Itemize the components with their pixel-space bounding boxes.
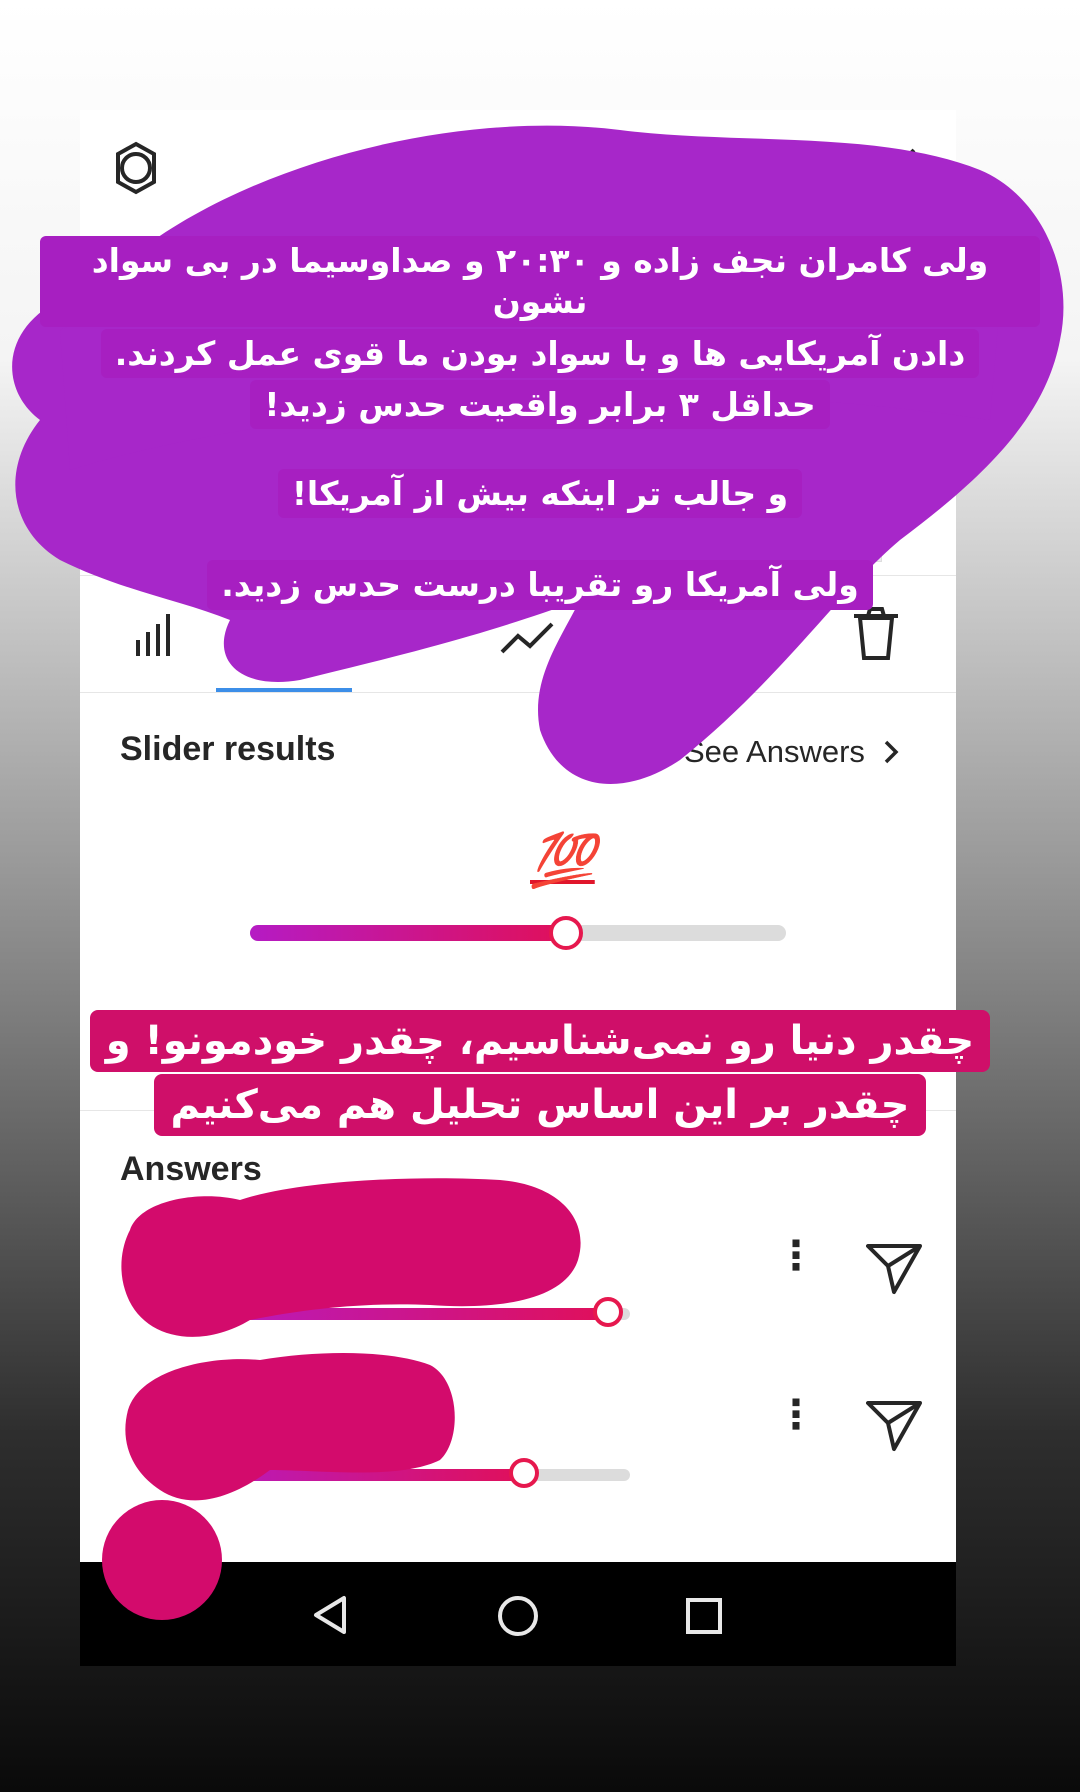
caption-line: و جالب تر اینکه بیش از آمریکا! <box>277 469 803 519</box>
pink-caption: چقدر دنیا رو نمی‌شناسیم، چقدر خودمونو! و… <box>40 1010 1040 1136</box>
caption-line: چقدر دنیا رو نمی‌شناسیم، چقدر خودمونو! و <box>89 1010 991 1072</box>
caption-line: حداقل ۳ برابر واقعیت حدس زدید! <box>250 379 830 429</box>
caption-line: ولی کامران نجف زاده و ۲۰:۳۰ و صداوسیما د… <box>40 236 1040 327</box>
purple-caption: ولی کامران نجف زاده و ۲۰:۳۰ و صداوسیما د… <box>40 236 1040 610</box>
caption-line: ولی آمریکا رو تقریبا درست حدس زدید. <box>207 560 873 610</box>
caption-line: چقدر بر این اساس تحلیل هم می‌کنیم <box>154 1074 926 1136</box>
caption-line: دادن آمریکایی ها و با سواد بودن ما قوی ع… <box>100 328 980 378</box>
